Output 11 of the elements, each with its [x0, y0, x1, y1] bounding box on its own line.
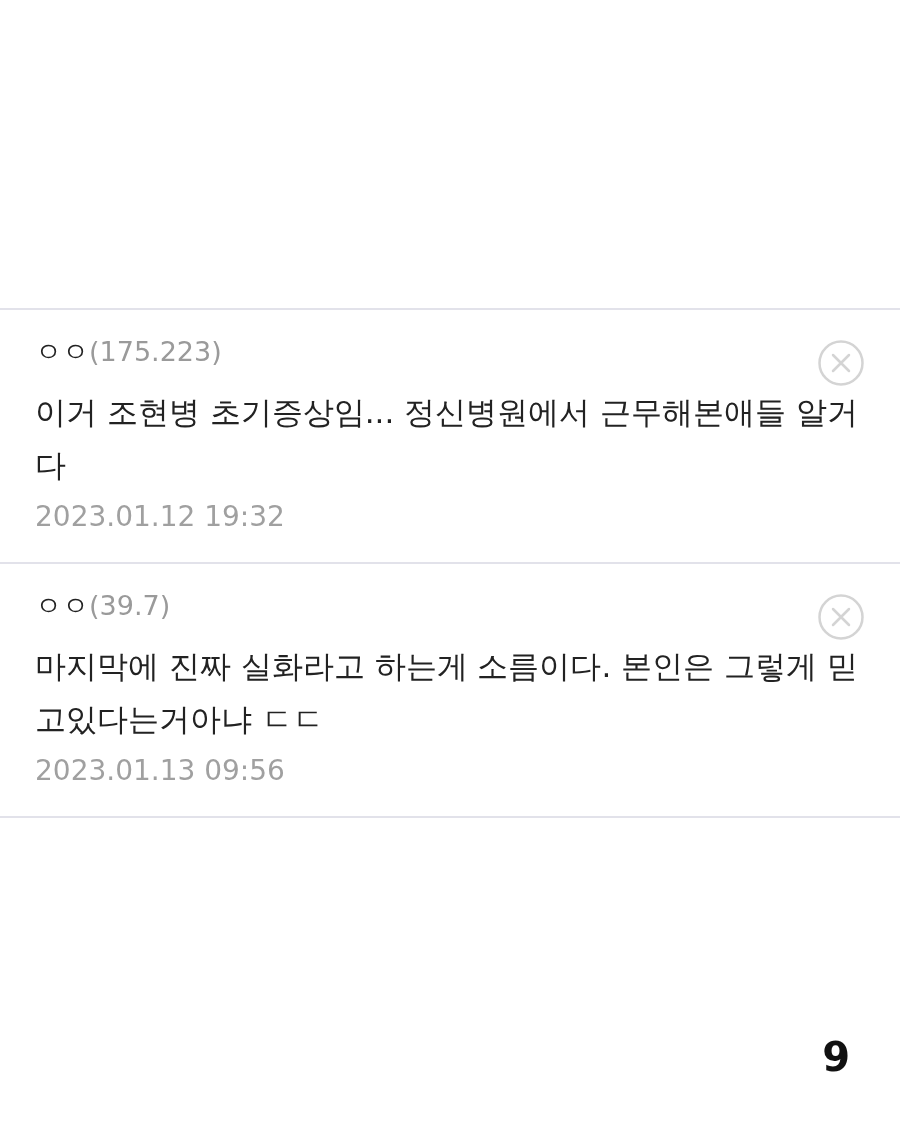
- ip-address: (175.223): [89, 335, 222, 369]
- comment-text: 이거 조현병 초기증상임... 정신병원에서 근무해본애들 알거다: [35, 393, 859, 485]
- author-name: ㅇㅇ: [35, 589, 89, 623]
- close-icon[interactable]: [818, 340, 864, 386]
- comment-text: 마지막에 진짜 실화라고 하는게 소름이다. 본인은 그렇게 믿고있다는거아냐 ㄷㄷ: [35, 647, 859, 739]
- author-name: ㅇㅇ: [35, 335, 89, 369]
- comment-date: 2023.01.13 09:56: [35, 753, 285, 789]
- ip-address: (39.7): [89, 589, 171, 623]
- close-icon[interactable]: [818, 594, 864, 640]
- page-number: 9: [822, 1037, 850, 1077]
- comment-date: 2023.01.12 19:32: [35, 499, 285, 535]
